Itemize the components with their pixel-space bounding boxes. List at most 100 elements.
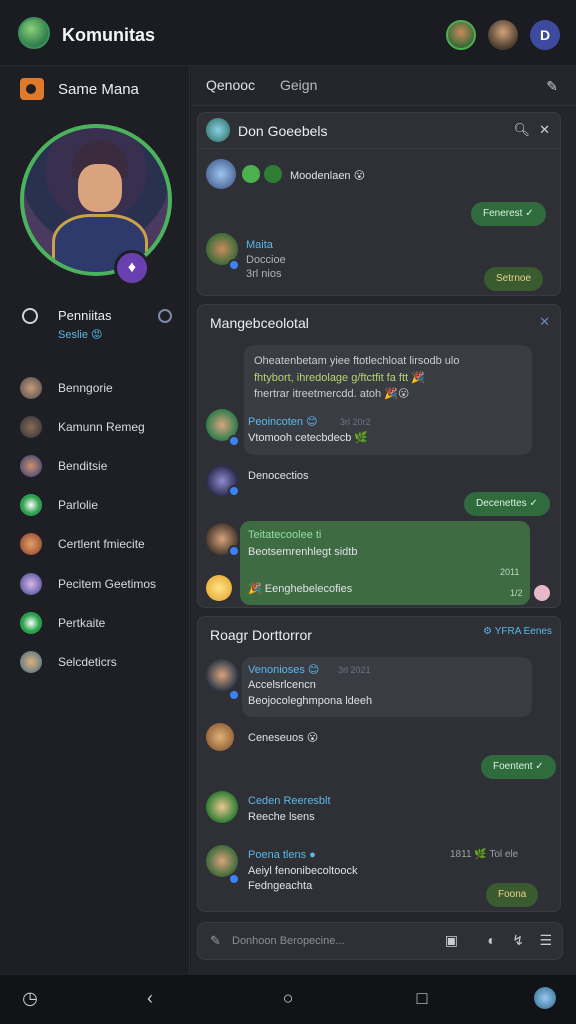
friend-name: Benngorie: [58, 380, 113, 395]
message-line: Oheatenbetam yiee ftotlechloat lirsodb u…: [254, 355, 460, 367]
avatar[interactable]: [446, 20, 476, 50]
message-line: 3rl nios: [246, 268, 282, 280]
message-line: Doccioe: [246, 254, 286, 266]
list-item[interactable]: Selcdeticrs: [20, 642, 185, 681]
message-line: Fedngeachta: [248, 880, 313, 892]
tab-primary[interactable]: Qenooc: [206, 77, 255, 93]
avatar: [20, 376, 42, 399]
back-icon[interactable]: ‹: [140, 988, 160, 1008]
gif-icon[interactable]: ↯: [512, 932, 524, 949]
sidebar-header[interactable]: Same Mana: [20, 78, 139, 100]
avatar: [242, 165, 260, 183]
sidebar-header-label: Same Mana: [58, 80, 139, 98]
message-text: Beotsemrenhlegt sidtb: [248, 546, 358, 558]
status-label: Penniitas: [58, 308, 112, 323]
recents-icon[interactable]: □: [412, 988, 432, 1008]
attach-icon[interactable]: ▣: [445, 932, 458, 949]
profile-avatar[interactable]: D: [530, 20, 560, 50]
top-bar: Komunitas D: [0, 0, 576, 66]
message-line: Aeiyl fenonibecoltoock: [248, 865, 358, 877]
avatar: [20, 611, 42, 634]
reply-chip[interactable]: Decenettes ✓: [464, 492, 550, 516]
status-sub: Seslie 😡: [58, 329, 103, 341]
server-icon: [20, 78, 44, 100]
composer-input[interactable]: Donhoon Beropecine...: [232, 935, 345, 947]
card-title: Roagr Dorttorror: [210, 627, 312, 643]
profile-avatar[interactable]: [534, 987, 556, 1009]
message-author: Peoincoten 😊: [248, 416, 318, 428]
message-composer[interactable]: ✎ Donhoon Beropecine... ▣ ◐ ↯ ☰: [197, 922, 563, 960]
message-line: Beojocoleghmpona ldeeh: [248, 695, 373, 707]
message-author: Poena tlens ●: [248, 849, 316, 861]
card-header: Roagr Dorttorror ⚙ YFRA Eenes: [198, 617, 560, 653]
list-item[interactable]: Certlent fmiecite: [20, 525, 185, 564]
clock-icon[interactable]: ◷: [20, 988, 40, 1008]
list-item[interactable]: Parlolie: [20, 486, 185, 525]
app-title: Komunitas: [62, 25, 156, 45]
message-time: 3rl 2021: [338, 665, 371, 675]
card-title: Mangebceolotal: [210, 315, 309, 331]
list-item[interactable]: Pecitem Geetimos: [20, 564, 185, 603]
home-icon[interactable]: ○: [278, 988, 298, 1008]
friends-list: Benngorie Kamunn Remeg Benditsie Parloli…: [20, 368, 185, 682]
list-item[interactable]: Kamunn Remeg: [20, 407, 185, 446]
app-logo-icon[interactable]: [18, 17, 50, 49]
message-meta: 1811 🌿 Tol ele: [450, 849, 519, 860]
close-icon[interactable]: ✕: [539, 122, 550, 138]
card-header: Don Goeebels 🔍︎ ✕: [198, 113, 560, 149]
message-text: Denocectios: [248, 470, 309, 482]
main-panel: Qenooc Geign ✎ Don Goeebels 🔍︎ ✕ Moodenl…: [191, 66, 576, 974]
message-text: Moodenlaen 😮: [290, 170, 366, 182]
list-item[interactable]: Pertkaite: [20, 603, 185, 642]
avatar: [20, 415, 42, 438]
reply-chip[interactable]: Fenerest ✓: [471, 202, 546, 226]
message-author: Teitatecoolee ti: [248, 529, 322, 541]
card-header: Mangebceolotal ✕: [198, 305, 560, 341]
card-title: Don Goeebels: [238, 123, 328, 139]
chat-card: Don Goeebels 🔍︎ ✕ Moodenlaen 😮 Fenerest …: [197, 112, 561, 296]
reaction-row: 🎉 Eenghebelecofies: [248, 583, 353, 595]
friend-name: Parlolie: [58, 498, 99, 513]
avatar: [534, 585, 550, 601]
chat-card: Mangebceolotal ✕ Oheatenbetam yiee ftotl…: [197, 304, 561, 608]
settings-label[interactable]: ⚙ YFRA Eenes: [483, 626, 552, 637]
rank-badge-icon: ♦: [114, 250, 150, 286]
message-time: 2011: [500, 567, 520, 577]
reply-chip[interactable]: Setrnoe: [484, 267, 544, 291]
avatar: [206, 791, 238, 823]
tab-bar: Qenooc Geign ✎: [191, 66, 576, 106]
avatar: [206, 659, 238, 691]
menu-icon[interactable]: ☰: [539, 932, 552, 949]
tab-secondary[interactable]: Geign: [280, 77, 317, 93]
page-count: 1/2: [510, 588, 523, 598]
message-time: 3rl 20r2: [340, 417, 371, 427]
bottom-nav: ◷ ‹ ○ □: [0, 974, 576, 1024]
list-item[interactable]: Benditsie: [20, 446, 185, 485]
avatar: [264, 165, 282, 183]
avatar[interactable]: [488, 20, 518, 50]
message-author: Maita: [246, 239, 273, 251]
message-author: Ceden Reeresblt: [248, 795, 331, 807]
avatar: [20, 650, 42, 673]
friend-name: Selcdeticrs: [58, 654, 117, 669]
message-text: Vtomooh cetecbdecb 🌿: [248, 432, 369, 444]
reply-chip[interactable]: Foentent ✓: [481, 755, 556, 779]
list-item[interactable]: Benngorie: [20, 368, 185, 407]
friend-name: Benditsie: [58, 458, 108, 473]
pen-icon[interactable]: ✎: [546, 78, 558, 95]
channel-icon: [206, 118, 230, 142]
avatar: [206, 159, 236, 189]
close-icon[interactable]: ✕: [539, 314, 550, 330]
message-line: Accelsrlcencn: [248, 679, 316, 691]
search-icon[interactable]: 🔍︎: [513, 122, 530, 138]
friend-name: Certlent fmiecite: [58, 537, 145, 552]
pen-icon: ✎: [210, 933, 221, 948]
clock-icon[interactable]: [158, 309, 172, 323]
avatar: [20, 494, 42, 517]
chat-icon: [22, 308, 38, 324]
message-line: fhtybort, ihredolage g/ftctfit fa ftt 🎉: [254, 372, 425, 384]
reply-chip[interactable]: Foona: [486, 883, 539, 907]
hero-avatar[interactable]: [20, 124, 172, 276]
sidebar: Same Mana ♦ Penniitas Seslie 😡 Benngorie…: [0, 66, 190, 974]
emoji-icon[interactable]: ◐: [488, 932, 496, 948]
